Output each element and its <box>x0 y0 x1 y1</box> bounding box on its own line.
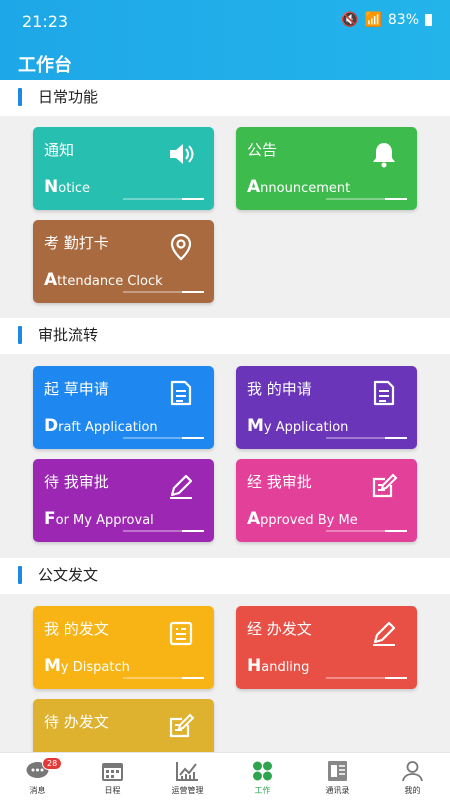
calendar-icon <box>102 763 123 781</box>
my-dispatch-card[interactable]: 我 的发文 My Dispatch <box>33 606 214 689</box>
section-marker <box>18 88 22 106</box>
card-title-cn: 我 的申请 <box>247 380 312 398</box>
location-pin-icon <box>170 233 192 261</box>
pencil-icon <box>170 474 193 499</box>
card-title-cn: 待 办发文 <box>44 713 109 731</box>
card-title-cn: 公告 <box>247 141 278 159</box>
card-title-cn: 起 草申请 <box>44 380 109 398</box>
section-title: 日常功能 <box>38 88 99 106</box>
edit-icon <box>372 473 398 498</box>
card-title-en: Approved By Me <box>247 509 358 529</box>
card-title-en: Announcement <box>247 177 351 197</box>
tab-label: 消息 <box>29 786 46 795</box>
speaker-icon <box>170 144 194 164</box>
card-title-en: Draft Application <box>44 416 158 436</box>
attendance-card[interactable]: 考 勤打卡 Attendance Clock <box>33 220 214 303</box>
document-icon <box>373 380 395 406</box>
section-header-documents: 公文发文 <box>0 558 450 594</box>
mute-icon: 🔇 <box>341 12 359 28</box>
section-marker <box>18 326 22 344</box>
battery-icon <box>425 14 432 26</box>
edit-icon <box>169 713 195 738</box>
section-header-approval: 审批流转 <box>0 318 450 354</box>
status-bar: 21:23 🔇 📶 83% <box>0 0 450 45</box>
tab-label: 通讯录 <box>325 786 350 795</box>
contacts-icon <box>328 761 347 781</box>
draft-application-card[interactable]: 起 草申请 Draft Application <box>33 366 214 449</box>
chart-icon <box>176 762 198 781</box>
card-title-cn: 经 我审批 <box>247 473 312 491</box>
card-title-en: Notice <box>44 177 91 197</box>
card-title-en: Attendance Clock <box>44 270 163 290</box>
pending-dispatch-card[interactable]: 待 办发文 <box>33 699 214 759</box>
section-title: 审批流转 <box>38 326 99 344</box>
my-application-card[interactable]: 我 的申请 My Application <box>236 366 417 449</box>
for-my-approval-card[interactable]: 待 我审批 For My Approval <box>33 459 214 542</box>
tab-work[interactable]: 工作 <box>225 753 300 801</box>
card-title-cn: 我 的发文 <box>44 620 109 638</box>
section-title: 公文发文 <box>38 566 99 584</box>
tab-messages[interactable]: 28 消息 <box>0 753 75 801</box>
card-title-cn: 待 我审批 <box>44 473 109 491</box>
wifi-icon: 📶 <box>364 12 382 28</box>
notice-card[interactable]: 通知 Notice <box>33 127 214 210</box>
work-grid-icon <box>253 761 272 781</box>
page-title: 工作台 <box>18 55 72 76</box>
profile-icon <box>402 761 423 782</box>
announcement-card[interactable]: 公告 Announcement <box>236 127 417 210</box>
status-icons: 🔇 📶 83% <box>341 12 432 28</box>
app-header: 工作台 <box>0 45 450 83</box>
card-title-en: Handling <box>247 656 310 676</box>
card-title-en: My Application <box>247 416 349 436</box>
tab-operations[interactable]: 运营管理 <box>150 753 225 801</box>
tab-label: 工作 <box>254 786 271 795</box>
card-title-cn: 通知 <box>44 141 75 159</box>
card-title-en: For My Approval <box>44 509 154 529</box>
handling-card[interactable]: 经 办发文 Handling <box>236 606 417 689</box>
document-list-icon <box>169 621 193 646</box>
bottom-tab-bar: 28 消息 日程 运营管理 工作 通讯录 我的 <box>0 752 450 801</box>
tab-label: 运营管理 <box>171 786 204 795</box>
card-title-cn: 考 勤打卡 <box>44 234 109 252</box>
tab-contacts[interactable]: 通讯录 <box>300 753 375 801</box>
approved-by-me-card[interactable]: 经 我审批 Approved By Me <box>236 459 417 542</box>
battery-percent: 83% <box>387 12 419 28</box>
tab-profile[interactable]: 我的 <box>375 753 450 801</box>
section-marker <box>18 566 22 584</box>
pencil-icon <box>373 621 396 646</box>
bell-icon <box>373 143 395 168</box>
card-title-cn: 经 办发文 <box>247 620 312 638</box>
card-title-en: My Dispatch <box>44 656 130 676</box>
tab-label: 日程 <box>104 786 121 795</box>
document-icon <box>170 380 192 406</box>
unread-badge: 28 <box>42 757 63 770</box>
status-time: 21:23 <box>22 12 69 31</box>
section-header-daily: 日常功能 <box>0 80 450 116</box>
tab-schedule[interactable]: 日程 <box>75 753 150 801</box>
tab-label: 我的 <box>404 786 421 795</box>
